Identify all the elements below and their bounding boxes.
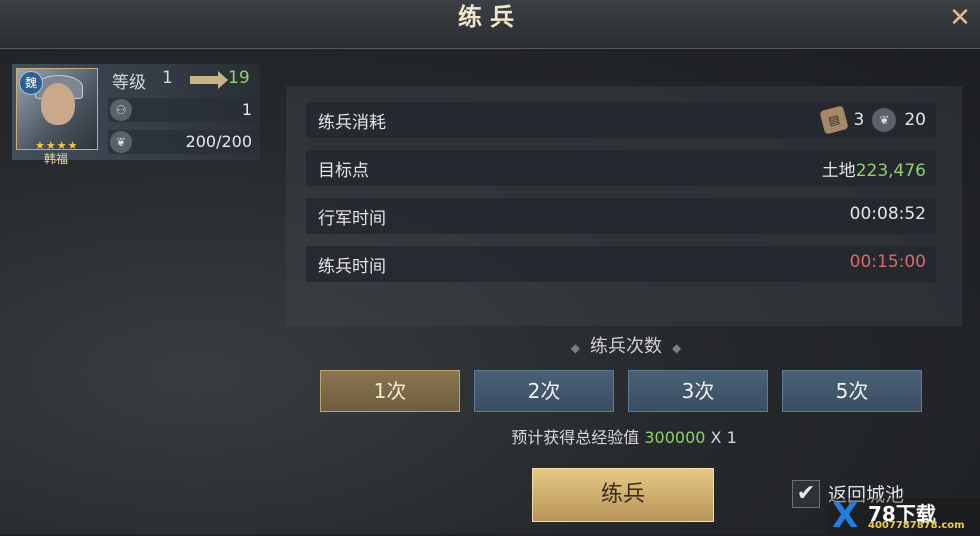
target-value: 土地223,476: [822, 156, 926, 181]
exp-estimate: 预计获得总经验值 300000 X 1: [286, 424, 962, 448]
hero-panel: 魏 ★★★★ 韩福 等级 1 19 ⚇ 1 ❦ 200/200: [12, 64, 260, 166]
watermark-phone: 4007787878.com: [868, 520, 965, 531]
checkbox-checked-icon[interactable]: ✔: [792, 480, 820, 508]
count-option-3[interactable]: 3次: [628, 370, 768, 412]
count-option-1[interactable]: 1次: [320, 370, 460, 412]
x-logo-icon: X: [832, 496, 859, 536]
hero-name: 韩福: [43, 152, 68, 166]
train-time-row: 练兵时间 00:15:00: [306, 246, 936, 282]
cost-label: 练兵消耗: [318, 113, 386, 133]
target-row: 目标点 土地223,476: [306, 150, 936, 186]
count-title: ◆ 练兵次数 ◆: [570, 336, 682, 357]
exp-value: 300000: [644, 428, 706, 447]
ticket-icon: ▤: [818, 105, 849, 135]
close-icon[interactable]: ✕: [946, 4, 974, 32]
target-coordinates: 223,476: [855, 161, 926, 181]
march-value: 00:08:52: [849, 204, 926, 224]
train-button[interactable]: 练兵: [532, 468, 714, 522]
cost-stamina-value: 20: [904, 110, 926, 130]
count-option-5[interactable]: 5次: [782, 370, 922, 412]
info-panel: 练兵消耗 ▤ 3 ❦ 20 目标点 土地223,476 行军时间 00:08:52 练…: [286, 86, 962, 326]
face-shape: [41, 83, 75, 125]
watermark-logo: X 78下载 4007787878.com: [828, 496, 980, 536]
cost-row: 练兵消耗 ▤ 3 ❦ 20: [306, 102, 936, 138]
level-from: 1: [162, 68, 173, 88]
hero-portrait[interactable]: 魏 ★★★★: [16, 68, 98, 152]
cost-ticket-value: 3: [853, 110, 865, 130]
stamina-value: 200/200: [185, 132, 252, 151]
arrow-right-icon: [190, 71, 228, 89]
stamina-icon: ❦: [872, 108, 897, 132]
train-time-value: 00:15:00: [849, 252, 926, 272]
soldier-stat-row: ⚇ 1: [108, 98, 258, 122]
march-label: 行军时间: [318, 209, 386, 229]
train-time-label: 练兵时间: [318, 257, 386, 277]
stamina-icon: ❦: [110, 131, 132, 153]
count-title-text: 练兵次数: [590, 336, 662, 357]
target-prefix: 土地: [821, 161, 856, 181]
level-to: 19: [228, 68, 250, 88]
stamina-stat-row: ❦ 200/200: [108, 130, 258, 154]
target-label: 目标点: [318, 161, 369, 181]
page-title: 练兵: [458, 3, 522, 31]
exp-prefix: 预计获得总经验值: [511, 428, 640, 447]
count-option-2[interactable]: 2次: [474, 370, 614, 412]
exp-suffix: X 1: [710, 428, 737, 447]
cost-values: ▤ 3 ❦ 20: [814, 105, 926, 135]
march-row: 行军时间 00:08:52: [306, 198, 936, 234]
level-label: 等级: [112, 73, 146, 93]
faction-badge: 魏: [19, 71, 43, 95]
soldier-value: 1: [241, 100, 252, 119]
soldier-icon: ⚇: [110, 99, 132, 121]
